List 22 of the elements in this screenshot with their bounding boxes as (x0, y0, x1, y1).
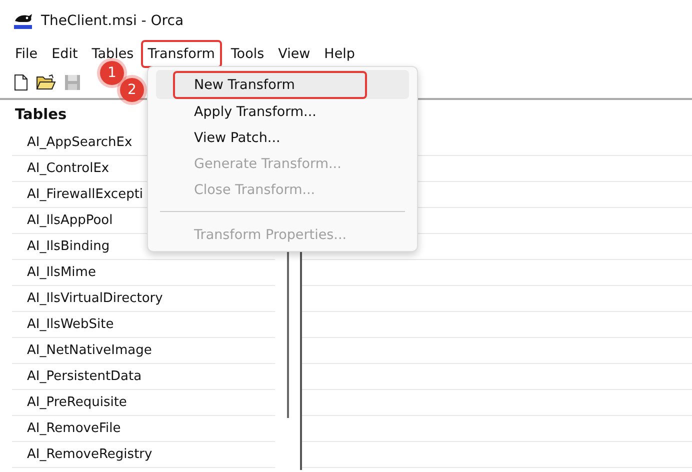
menu-item[interactable]: Edit (44, 40, 85, 68)
table-list-item[interactable]: AI_RemoveFile (12, 416, 275, 442)
menu-item[interactable]: Tools (224, 40, 272, 68)
table-list-item[interactable]: AI_PreRequisite (12, 390, 275, 416)
table-list-item[interactable]: AI_IlsWebSite (12, 312, 275, 338)
table-list-item[interactable]: AI_NetNativeImage (12, 338, 275, 364)
pane-heading: Tables (15, 107, 67, 123)
menu-item[interactable]: View (271, 40, 318, 68)
open-folder-icon[interactable] (36, 74, 56, 90)
menu-item[interactable]: Help (317, 40, 362, 68)
table-list-item[interactable]: AI_PersistentData (12, 364, 275, 390)
table-list-item[interactable]: AI_IlsMime (12, 260, 275, 286)
window-title: TheClient.msi - Orca (41, 13, 184, 29)
menu-item[interactable]: Apply Transform... (156, 99, 409, 125)
menu-item[interactable]: File (8, 40, 45, 68)
step-badge: 1 (100, 61, 124, 85)
table-list-item[interactable]: AI_IlsVirtualDirectory (12, 286, 275, 312)
new-document-icon[interactable] (14, 74, 28, 90)
table-list-item[interactable]: AI_RemoveRegistry (12, 442, 275, 468)
step-badge: 2 (120, 78, 144, 102)
menu-item[interactable]: New Transform (156, 70, 409, 99)
app-logo-icon (13, 12, 33, 30)
